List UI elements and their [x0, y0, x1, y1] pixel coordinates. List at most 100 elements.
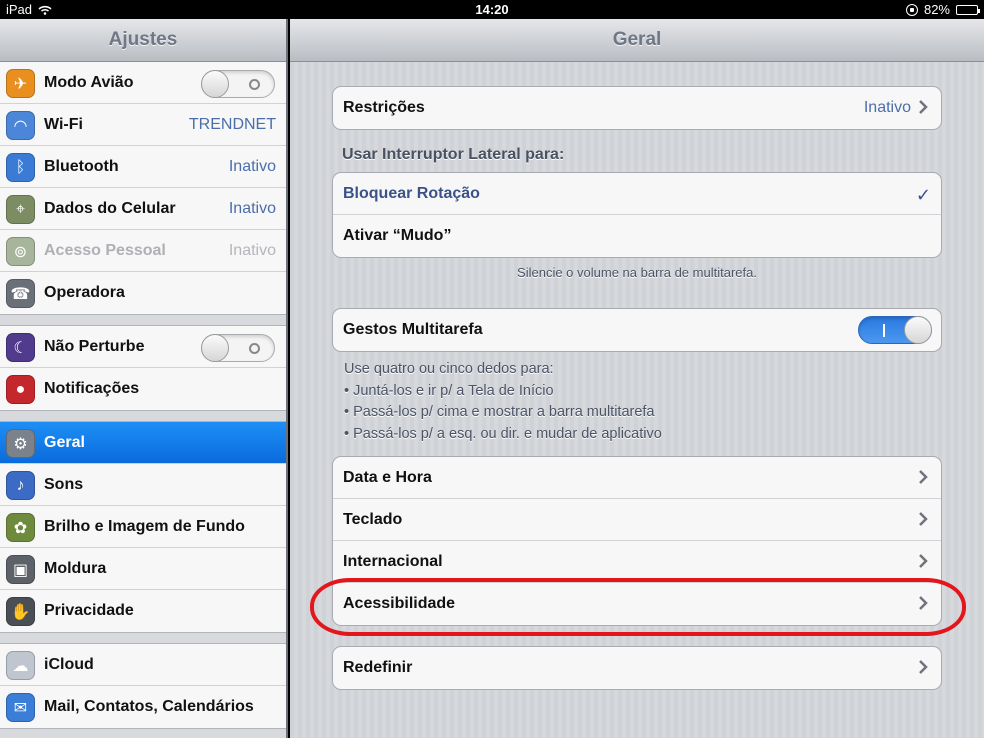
- toggle-off-mark: [249, 79, 260, 90]
- flower-icon: ✿: [6, 513, 35, 542]
- cellular-icon: ⌖: [6, 195, 35, 224]
- sidebar-item-nao-perturbe[interactable]: ☾ Não Perturbe: [0, 326, 286, 368]
- restrictions-group: Restrições Inativo: [332, 86, 942, 130]
- reset-row[interactable]: Redefinir: [333, 647, 941, 689]
- toggle-on-mark: [883, 324, 885, 337]
- sidebar-item-bluetooth[interactable]: ᛒ Bluetooth Inativo: [0, 146, 286, 188]
- sidebar-item-wi-fi[interactable]: ◠ Wi-Fi TRENDNET: [0, 104, 286, 146]
- toggle-knob: [904, 316, 932, 344]
- sidebar-item-modo-aviao[interactable]: ✈ Modo Avião: [0, 62, 286, 104]
- sidebar-item-label: Modo Avião: [44, 73, 134, 91]
- sidebar-item-operadora[interactable]: ☎ Operadora: [0, 272, 286, 314]
- sidebar-group: ☾ Não Perturbe ● Notificações: [0, 325, 286, 411]
- sidebar-item-label: Privacidade: [44, 602, 134, 619]
- sidebar-item-label: Moldura: [44, 559, 107, 577]
- sidebar-item-value: Inativo: [228, 157, 276, 175]
- sidebar-item-label: Wi-Fi: [44, 115, 83, 133]
- sidebar-item-label: Sons: [44, 475, 84, 493]
- item-label: Acessibilidade: [343, 595, 456, 612]
- chevron-right-icon: [919, 470, 928, 484]
- item-international[interactable]: Internacional: [333, 541, 941, 583]
- sidebar-item-value: Inativo: [228, 199, 276, 217]
- gestures-label: Gestos Multitarefa: [343, 321, 483, 338]
- sidebar-item-label: Notificações: [44, 380, 140, 397]
- picture-frame-icon: ▣: [6, 555, 35, 584]
- rotation-lock-icon: [905, 3, 918, 16]
- sidebar-item-privacidade[interactable]: ✋ Privacidade: [0, 590, 286, 632]
- sidebar-item-moldura[interactable]: ▣ Moldura: [0, 548, 286, 590]
- sidebar-item-label: Acesso Pessoal: [44, 241, 166, 259]
- side-switch-footer: Silencie o volume na barra de multitaref…: [517, 265, 757, 280]
- airplane-icon: ✈: [6, 69, 35, 98]
- status-right: 82%: [905, 2, 980, 17]
- gestures-row: Gestos Multitarefa: [333, 309, 941, 351]
- wifi-icon: ◠: [6, 111, 35, 140]
- chevron-right-icon: [919, 100, 928, 114]
- sidebar-item-notificacoes[interactable]: ● Notificações: [0, 368, 286, 410]
- sidebar-item-brilho-e-imagem-de-fundo[interactable]: ✿ Brilho e Imagem de Fundo: [0, 506, 286, 548]
- speaker-icon: ♪: [6, 471, 35, 500]
- toggle-knob: [201, 334, 229, 362]
- option-lock-rotation[interactable]: Bloquear Rotação ✓: [333, 173, 941, 215]
- sidebar-item-icloud[interactable]: ☁ iCloud: [0, 644, 286, 686]
- moon-icon: ☾: [6, 333, 35, 362]
- sidebar-group: ✈ Modo Avião ◠ Wi-Fi TRENDNET ᛒ Bluetooth Inati…: [0, 62, 286, 315]
- sidebar-item-mail-contatos-calendarios[interactable]: ✉ Mail, Contatos, Calendários: [0, 686, 286, 728]
- toggle-switch[interactable]: [201, 70, 275, 98]
- item-label: Teclado: [343, 510, 403, 528]
- sidebar-item-value: TRENDNET: [188, 115, 276, 133]
- mail-icon: ✉: [6, 693, 35, 722]
- sidebar-item-label: Brilho e Imagem de Fundo: [44, 517, 245, 535]
- option-mute-label: Ativar “Mudo”: [343, 227, 452, 244]
- chevron-right-icon: [919, 660, 928, 674]
- hand-icon: ✋: [6, 597, 35, 626]
- item-label: Data e Hora: [343, 468, 432, 486]
- gestures-notes: Use quatro ou cinco dedos para: • Juntá-…: [344, 359, 662, 445]
- item-date-time[interactable]: Data e Hora: [333, 457, 941, 499]
- cloud-icon: ☁: [6, 651, 35, 680]
- item-keyboard[interactable]: Teclado: [333, 499, 941, 541]
- battery-icon: [956, 4, 980, 15]
- battery-percent: 82%: [923, 2, 950, 17]
- personal-hotspot-icon: ⊚: [6, 237, 35, 266]
- sidebar-item-label: Dados do Celular: [44, 199, 176, 217]
- sidebar-group: ⚙ Geral ♪ Sons ✿ Brilho e Imagem de Fundo ▣ Mol…: [0, 421, 286, 633]
- detail-title: Geral: [290, 19, 984, 62]
- sidebar-item-geral[interactable]: ⚙ Geral: [0, 422, 286, 464]
- sidebar-item-label: Geral: [44, 433, 85, 451]
- gestures-toggle[interactable]: [858, 316, 932, 344]
- gestures-note-line: Use quatro ou cinco dedos para:: [344, 361, 554, 377]
- toggle-switch[interactable]: [201, 334, 275, 362]
- option-lock-rotation-label: Bloquear Rotação: [343, 184, 480, 202]
- gestures-note-line: • Passá-los p/ cima e mostrar a barra mu…: [344, 404, 655, 420]
- item-accessibility[interactable]: Acessibilidade: [333, 583, 941, 625]
- sidebar-item-dados-do-celular[interactable]: ⌖ Dados do Celular Inativo: [0, 188, 286, 230]
- option-mute[interactable]: Ativar “Mudo”: [333, 215, 941, 257]
- chevron-right-icon: [919, 554, 928, 568]
- reset-group: Redefinir: [332, 646, 942, 690]
- sidebar-list: ✈ Modo Avião ◠ Wi-Fi TRENDNET ᛒ Bluetooth Inati…: [0, 62, 286, 729]
- status-bar: iPad 14:20 82%: [0, 0, 984, 19]
- sidebar-title: Ajustes: [0, 19, 286, 62]
- toggle-knob: [201, 70, 229, 98]
- sidebar-item-label: Mail, Contatos, Calendários: [44, 698, 254, 715]
- sidebar-item-sons[interactable]: ♪ Sons: [0, 464, 286, 506]
- general-detail-pane: Geral Restrições Inativo Usar Interrupto…: [290, 19, 984, 738]
- gestures-note-line: • Juntá-los e ir p/ a Tela de Início: [344, 382, 554, 399]
- sidebar-item-label: Operadora: [44, 284, 125, 301]
- side-switch-group: Bloquear Rotação ✓ Ativar “Mudo”: [332, 172, 942, 258]
- checkmark-icon: ✓: [915, 185, 931, 205]
- sidebar-item-label: Bluetooth: [44, 157, 119, 175]
- item-label: Internacional: [343, 552, 443, 570]
- restrictions-row[interactable]: Restrições Inativo: [333, 87, 941, 129]
- sidebar-item-acesso-pessoal[interactable]: ⊚ Acesso Pessoal Inativo: [0, 230, 286, 272]
- chevron-right-icon: [919, 596, 928, 610]
- restrictions-label: Restrições: [343, 99, 425, 116]
- toggle-off-mark: [249, 343, 260, 354]
- sidebar-item-label: iCloud: [44, 655, 94, 673]
- sidebar-item-label: Não Perturbe: [44, 337, 145, 355]
- gestures-note-line: • Passá-los p/ a esq. ou dir. e mudar de…: [344, 425, 662, 442]
- gestures-group: Gestos Multitarefa: [332, 308, 942, 352]
- side-switch-header: Usar Interruptor Lateral para:: [342, 146, 565, 163]
- gear-icon: ⚙: [6, 429, 35, 458]
